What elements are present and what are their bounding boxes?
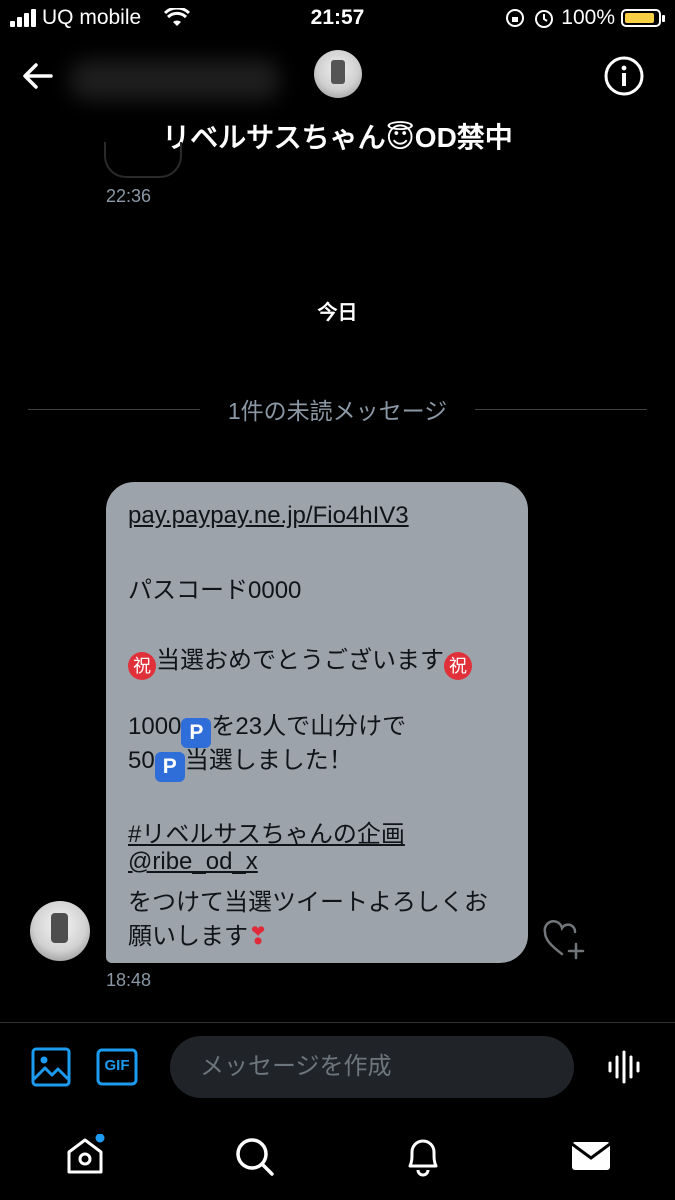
mail-icon — [571, 1142, 611, 1170]
hashtag-link[interactable]: #リベルサスちゃんの企画 — [128, 814, 405, 849]
battery-percent: 100% — [561, 6, 615, 29]
previous-message-time: 22:36 — [106, 186, 152, 206]
mention-link[interactable]: @ribe_od_x — [128, 848, 258, 876]
tab-notifications[interactable] — [401, 1134, 445, 1178]
unread-divider-label: 1件の未読メッセージ — [227, 398, 448, 424]
heart-exclamation-emoji-icon: ❣ — [248, 923, 269, 950]
tab-messages[interactable] — [569, 1134, 613, 1178]
paypay-link[interactable]: pay.paypay.ne.jp/Fio4hIV3 — [128, 502, 409, 530]
closing-text: 願いします — [128, 923, 248, 950]
header-avatar[interactable] — [314, 50, 362, 98]
conversation-title: リベルサスちゃん😇OD禁中 — [162, 122, 513, 153]
alarm-icon — [535, 10, 553, 28]
home-icon — [67, 1133, 105, 1174]
points-won: 50 — [128, 747, 155, 774]
gif-label: GIF — [104, 1057, 130, 1074]
celebration-emoji-icon: 祝 — [444, 652, 472, 680]
message-input[interactable]: メッセージを作成 — [170, 1036, 574, 1098]
message-time: 18:48 — [106, 970, 152, 990]
closing-line: 願いします❣ — [128, 916, 268, 951]
day-separator: 今日 — [317, 302, 358, 324]
composer-divider — [0, 1022, 675, 1023]
points-total: 1000 — [128, 713, 182, 740]
celebration-emoji-icon: 祝 — [128, 652, 156, 680]
previous-message-bubble — [104, 142, 182, 178]
divider-right — [475, 409, 647, 410]
instruction-text: をつけて当選ツイートよろしくお — [128, 889, 488, 916]
info-icon[interactable] — [603, 55, 645, 97]
tab-home[interactable] — [63, 1133, 107, 1178]
passcode-text: パスコード0000 — [128, 577, 302, 604]
won-text: 当選しました！ — [184, 747, 353, 774]
won-line: 50 P 当選しました！ — [128, 740, 353, 782]
message-bubble[interactable]: pay.paypay.ne.jp/Fio4hIV3 パスコード0000 祝当選お… — [106, 482, 528, 963]
image-icon[interactable] — [30, 1046, 72, 1088]
heart-plus-icon[interactable] — [542, 920, 586, 960]
divider-left — [28, 409, 200, 410]
sender-avatar[interactable] — [30, 901, 90, 961]
bell-icon — [408, 1139, 438, 1177]
gif-icon[interactable]: GIF — [96, 1048, 138, 1086]
blurred-name — [70, 60, 280, 100]
search-icon — [236, 1138, 274, 1176]
voice-icon[interactable] — [606, 1048, 644, 1086]
congrats-text: 当選おめでとうございます — [156, 647, 444, 674]
parking-emoji-icon: P — [154, 752, 185, 782]
battery-icon — [621, 9, 665, 27]
rotation-lock-icon — [506, 9, 524, 27]
congrats-line: 祝当選おめでとうございます祝 — [128, 640, 472, 680]
back-arrow-icon[interactable] — [18, 56, 58, 96]
tab-search[interactable] — [232, 1134, 276, 1178]
split-text: を23人で山分けで — [211, 713, 407, 740]
